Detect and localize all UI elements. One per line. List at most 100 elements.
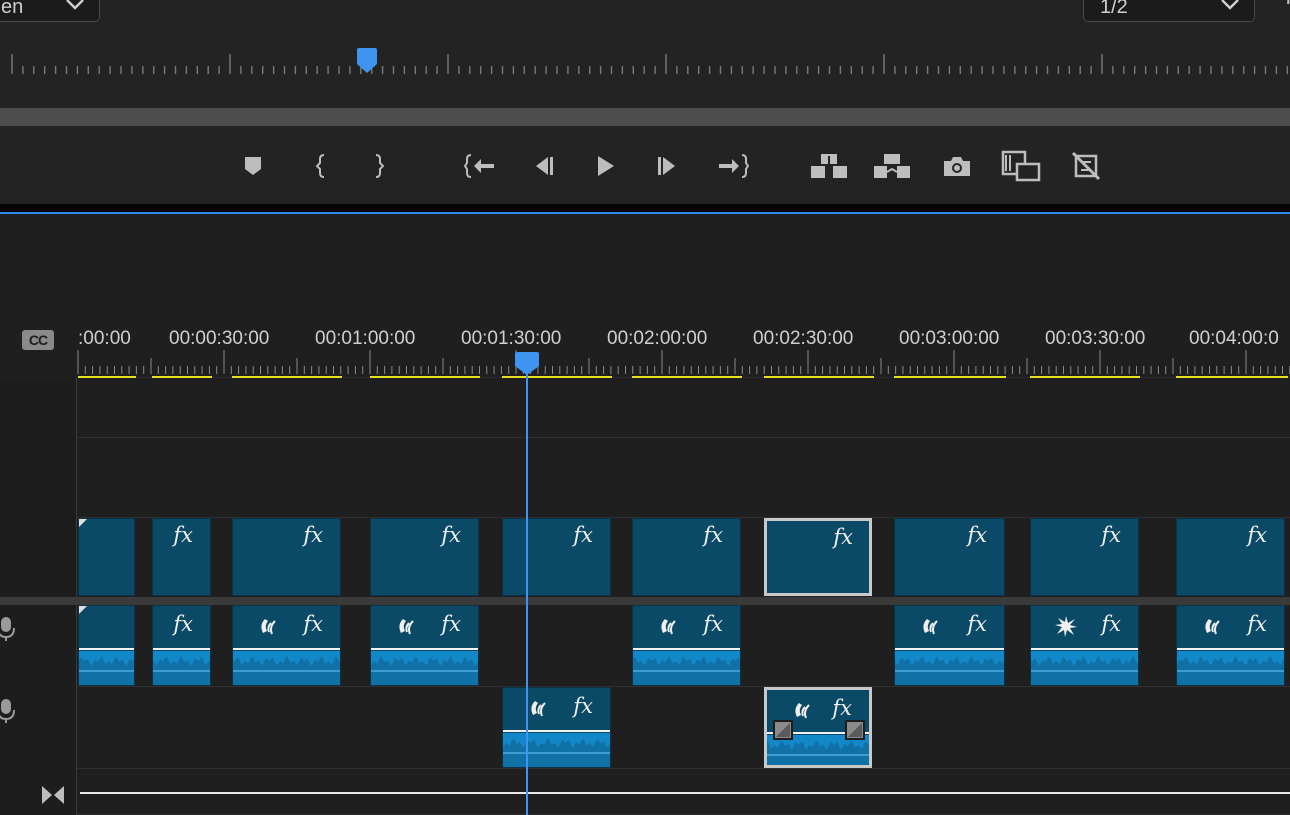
- volume-line[interactable]: [371, 648, 478, 650]
- transition-in-icon[interactable]: [773, 720, 793, 740]
- audio-effect-icon: [923, 619, 938, 635]
- video-clip[interactable]: fx: [232, 518, 341, 596]
- volume-line[interactable]: [79, 648, 134, 650]
- video-clip[interactable]: fx: [764, 518, 872, 596]
- camera-icon: [944, 157, 970, 176]
- audio-clip[interactable]: fx: [1030, 605, 1139, 686]
- fx-badge[interactable]: fx: [173, 612, 193, 636]
- monitor-playhead[interactable]: [356, 48, 378, 74]
- go-to-in-icon: [464, 154, 494, 178]
- panel-divider[interactable]: [0, 204, 1290, 212]
- toggle-proxies-button[interactable]: [1064, 146, 1108, 186]
- video-clip[interactable]: fx: [152, 518, 211, 596]
- audio-clip[interactable]: fx: [502, 687, 611, 768]
- audio-clip[interactable]: fx: [370, 605, 479, 686]
- transition-out-icon[interactable]: [845, 720, 865, 740]
- fx-badge[interactable]: fx: [573, 694, 593, 718]
- video-clip[interactable]: fx: [894, 518, 1005, 596]
- fx-badge[interactable]: fx: [703, 612, 723, 636]
- fx-badge[interactable]: fx: [703, 523, 723, 547]
- timeline-time-ruler[interactable]: [0, 320, 1290, 380]
- add-marker-button[interactable]: [231, 146, 275, 186]
- audio-clip[interactable]: fx: [894, 605, 1005, 686]
- voiceover-mic-icon[interactable]: [0, 698, 16, 724]
- audio-track-2[interactable]: [77, 687, 1290, 769]
- audio-effect-icon: [1055, 616, 1077, 637]
- zoom-fit-dropdown[interactable]: en: [0, 0, 100, 22]
- zoom-fit-value: en: [1, 0, 24, 18]
- playback-resolution-dropdown[interactable]: 1/2: [1083, 0, 1255, 22]
- fx-badge[interactable]: fx: [441, 523, 461, 547]
- comparison-view-button[interactable]: [999, 146, 1043, 186]
- fx-badge[interactable]: fx: [1101, 612, 1121, 636]
- step-forward-button[interactable]: [646, 146, 690, 186]
- step-forward-icon: [658, 157, 675, 175]
- video-clip[interactable]: [78, 518, 135, 596]
- master-volume-line[interactable]: [80, 792, 1290, 794]
- fx-badge[interactable]: fx: [1247, 612, 1267, 636]
- go-to-in-button[interactable]: [458, 146, 502, 186]
- volume-line[interactable]: [503, 730, 610, 732]
- voiceover-mic-icon[interactable]: [0, 616, 16, 642]
- audio-waveform: [1177, 651, 1284, 685]
- audio-clip[interactable]: fx: [152, 605, 211, 686]
- video-clip[interactable]: fx: [502, 518, 611, 596]
- volume-line[interactable]: [1177, 648, 1284, 650]
- audio-clip[interactable]: fx: [632, 605, 741, 686]
- playhead[interactable]: [514, 352, 540, 376]
- fx-badge[interactable]: fx: [967, 612, 987, 636]
- monitor-time-ruler[interactable]: [0, 40, 1290, 80]
- video-clip[interactable]: fx: [1176, 518, 1285, 596]
- fx-badge[interactable]: fx: [303, 612, 323, 636]
- playback-resolution-value: 1/2: [1100, 0, 1128, 18]
- volume-line[interactable]: [1031, 648, 1138, 650]
- fx-badge[interactable]: fx: [1247, 523, 1267, 547]
- fx-badge[interactable]: fx: [441, 612, 461, 636]
- fx-badge[interactable]: fx: [173, 523, 193, 547]
- fx-badge[interactable]: fx: [967, 523, 987, 547]
- audio-effect-icon: [261, 619, 276, 635]
- fx-badge[interactable]: fx: [1101, 523, 1121, 547]
- fx-badge[interactable]: fx: [833, 525, 853, 549]
- playhead-line[interactable]: [526, 370, 528, 815]
- audio-effect-icon: [399, 619, 414, 635]
- lift-button[interactable]: [807, 146, 851, 186]
- go-to-out-button[interactable]: [711, 146, 755, 186]
- chevron-down-icon: [1221, 0, 1239, 10]
- audio-clip[interactable]: fx: [232, 605, 341, 686]
- play-icon: [598, 156, 614, 176]
- mark-out-button[interactable]: [357, 146, 401, 186]
- step-back-button[interactable]: [521, 146, 565, 186]
- video-clip[interactable]: fx: [1030, 518, 1139, 596]
- monitor-zoom-scrollbar[interactable]: [0, 108, 1290, 126]
- audio-effect-icon: [795, 703, 810, 719]
- video-clip[interactable]: fx: [632, 518, 741, 596]
- audio-effect-icon: [1205, 619, 1220, 635]
- volume-line[interactable]: [633, 648, 740, 650]
- audio-clip[interactable]: fx: [764, 687, 872, 768]
- video-clip[interactable]: fx: [370, 518, 479, 596]
- video-audio-divider[interactable]: [0, 597, 1290, 605]
- volume-line[interactable]: [895, 648, 1004, 650]
- audio-clip[interactable]: fx: [1176, 605, 1285, 686]
- export-frame-button[interactable]: [935, 146, 979, 186]
- extract-icon: [874, 154, 910, 178]
- play-button[interactable]: [583, 146, 627, 186]
- audio-waveform: [633, 651, 740, 685]
- audio-waveform: [371, 651, 478, 685]
- fx-badge[interactable]: fx: [832, 696, 852, 720]
- fx-badge[interactable]: fx: [303, 523, 323, 547]
- volume-line[interactable]: [233, 648, 340, 650]
- fx-badge[interactable]: fx: [573, 523, 593, 547]
- master-bowtie-icon[interactable]: [40, 784, 66, 806]
- video-track-2[interactable]: [77, 438, 1290, 518]
- settings-wrench-icon[interactable]: [1278, 0, 1290, 10]
- clip-start-marker: [79, 519, 87, 527]
- audio-waveform: [1031, 651, 1138, 685]
- audio-clip[interactable]: [78, 605, 135, 686]
- volume-line[interactable]: [153, 648, 210, 650]
- mark-in-button[interactable]: [299, 146, 343, 186]
- video-track-3[interactable]: [77, 378, 1290, 438]
- step-back-icon: [536, 157, 553, 175]
- extract-button[interactable]: [870, 146, 914, 186]
